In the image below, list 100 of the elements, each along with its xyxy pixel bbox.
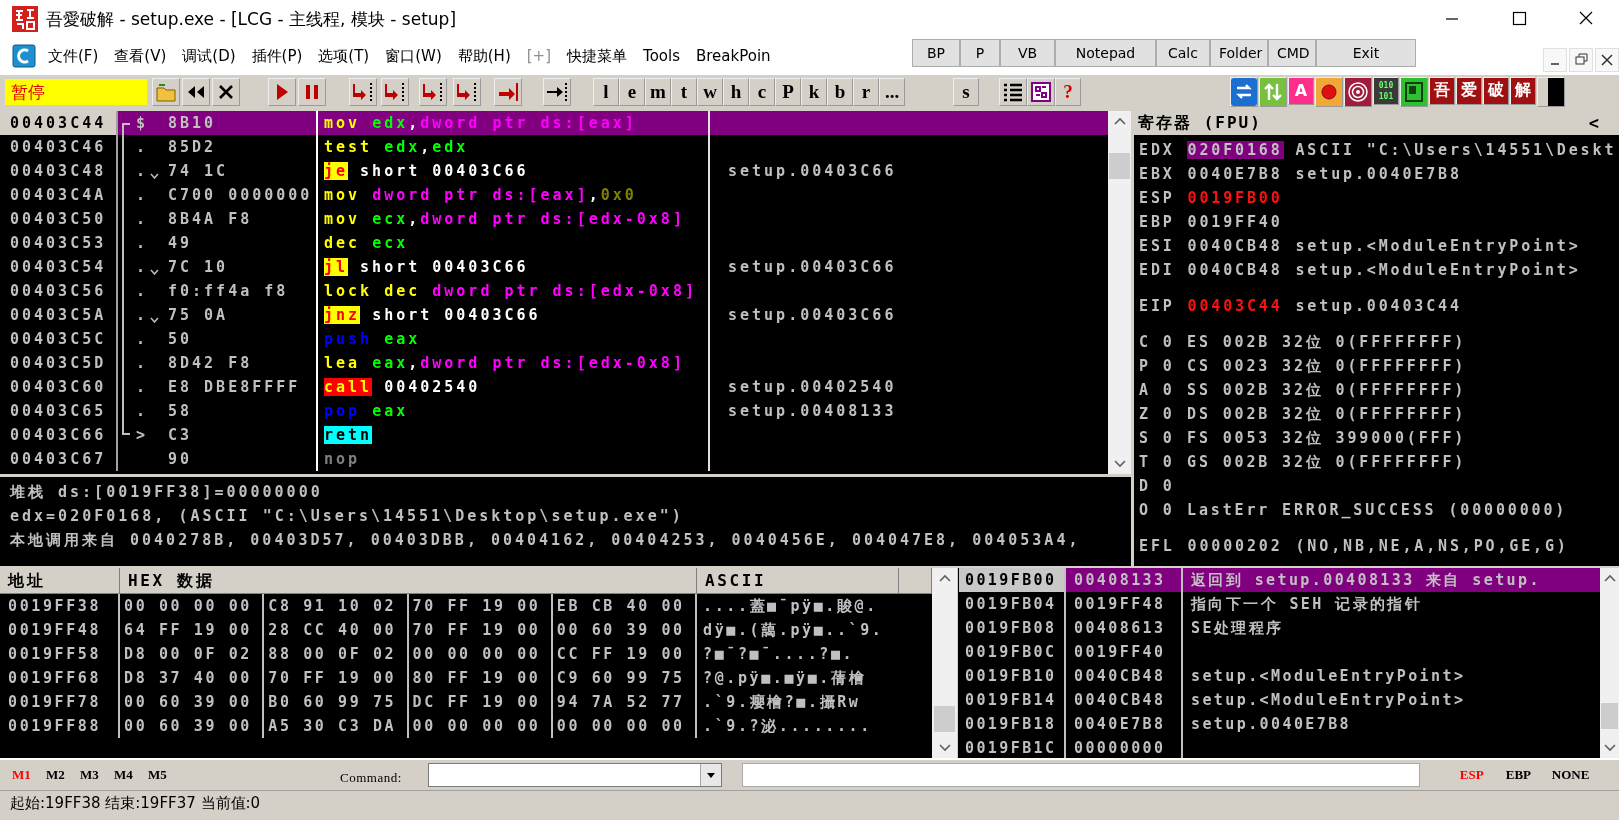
menu-item[interactable]: 插件(P) (243, 46, 311, 66)
arrow-bar-icon[interactable] (349, 77, 377, 106)
toolbar-letter-button[interactable]: b (827, 77, 853, 106)
scroll-up-icon[interactable] (1603, 574, 1616, 582)
menu-item[interactable]: 选项(T) (310, 46, 378, 66)
text-field[interactable] (741, 763, 1420, 787)
flag-value[interactable]: 0 (1162, 405, 1175, 423)
register-value[interactable]: 00000202 (1186, 537, 1284, 555)
toolbar-letter-button[interactable]: r (853, 77, 879, 106)
refresh-icon[interactable] (1230, 76, 1258, 107)
flag-value[interactable]: 0 (1162, 429, 1175, 447)
memory-tab[interactable]: M3 (80, 767, 114, 783)
scroll-down-icon[interactable] (938, 744, 951, 752)
command-field[interactable] (427, 763, 722, 787)
quick-button[interactable]: VB (1000, 39, 1055, 67)
register-value[interactable]: 00403C44 (1186, 297, 1284, 315)
target-icon[interactable] (1344, 76, 1372, 107)
flag-value[interactable]: 0 (1162, 333, 1175, 351)
quick-button[interactable]: P (960, 39, 1000, 67)
toolbar-letter-button[interactable]: h (723, 77, 749, 106)
help-button[interactable]: ? (1055, 77, 1081, 106)
toolbar-letter-button[interactable]: c (749, 77, 775, 106)
register-value[interactable]: 0019FB00 (1186, 189, 1284, 207)
menu-item[interactable]: 窗口(W) (377, 46, 450, 66)
toolbar-letter-button[interactable]: l (593, 77, 619, 106)
memory-tab[interactable]: M2 (46, 767, 80, 783)
scrollbar[interactable] (932, 568, 957, 758)
grid-icon[interactable] (1027, 77, 1055, 106)
register-value[interactable]: 0040E7B8 (1186, 165, 1284, 183)
flag-value[interactable]: 0 (1162, 381, 1175, 399)
close-button[interactable] (1595, 48, 1619, 72)
binary-button[interactable]: 010 101 (1373, 76, 1399, 105)
quick-button[interactable]: CMD (1268, 39, 1316, 67)
menu-item[interactable]: BreakPoin (687, 47, 779, 65)
arrow-bar-icon[interactable] (453, 77, 481, 106)
menu-item[interactable]: 文件(F) (40, 46, 107, 66)
column-header[interactable]: ASCII (697, 568, 899, 594)
plugin-button[interactable]: 解 (1510, 76, 1536, 105)
column-header[interactable]: 地址 (0, 568, 120, 594)
collapse-button[interactable]: < (1582, 113, 1605, 133)
toolbar-letter-button[interactable]: t (671, 77, 697, 106)
column-header[interactable]: HEX 数据 (120, 568, 697, 594)
flag-value[interactable]: 0 (1162, 453, 1175, 471)
window-icon[interactable] (1400, 76, 1428, 107)
flag-value[interactable]: 0 (1162, 477, 1175, 495)
arrow-bar-icon[interactable] (419, 77, 447, 106)
register-value[interactable]: 0040CB48 (1186, 261, 1284, 279)
quick-button[interactable]: Notepad (1055, 39, 1156, 67)
flag-value[interactable]: 0 (1162, 357, 1175, 375)
menu-item[interactable]: 调试(D) (174, 46, 244, 66)
menu-item[interactable]: 查看(V) (106, 46, 175, 66)
menu-item[interactable]: Tools (635, 47, 688, 65)
toolbar-letter-button[interactable]: w (697, 77, 723, 106)
scroll-thumb[interactable] (1109, 153, 1130, 180)
minimize-button[interactable] (1543, 48, 1567, 72)
scrollbar[interactable] (1600, 568, 1619, 758)
scroll-down-icon[interactable] (1113, 460, 1126, 468)
memory-tab[interactable]: M5 (148, 767, 182, 783)
toolbar-letter-button[interactable]: P (775, 77, 801, 106)
plugin-button[interactable]: 爱 (1456, 76, 1482, 105)
jump-marker: . (136, 234, 149, 252)
scroll-down-icon[interactable] (1603, 744, 1616, 752)
quick-button[interactable]: Exit (1316, 39, 1416, 67)
toolbar-letter-button[interactable]: e (619, 77, 645, 106)
register-value[interactable]: 0040CB48 (1186, 237, 1284, 255)
menu-item[interactable]: 帮助(H) (449, 46, 519, 66)
play-icon[interactable] (268, 77, 296, 106)
quick-button[interactable]: BP (912, 39, 960, 67)
scroll-thumb[interactable] (1601, 703, 1618, 730)
quick-button[interactable]: Calc (1156, 39, 1210, 67)
panel-icon[interactable] (1537, 76, 1565, 107)
register-value[interactable]: 0019FF40 (1186, 213, 1284, 231)
scroll-thumb[interactable] (934, 705, 955, 732)
register-value[interactable]: 020F0168 (1186, 141, 1284, 159)
flag-value[interactable]: 0 (1162, 501, 1175, 519)
toolbar-letter-button[interactable]: k (801, 77, 827, 106)
hex-cell: 88 00 0F 02 (264, 642, 409, 666)
toolbar-letter-button[interactable]: s (953, 77, 979, 106)
toolbar-letter-button[interactable]: ... (879, 77, 905, 106)
arrow-to-bar-icon[interactable] (543, 77, 571, 106)
toolbar-letter-button[interactable]: m (645, 77, 671, 106)
memory-tab[interactable]: M4 (114, 767, 148, 783)
scroll-up-icon[interactable] (938, 574, 951, 582)
close-icon[interactable] (212, 77, 240, 106)
list-icon[interactable] (999, 77, 1027, 106)
record-icon[interactable] (1315, 76, 1343, 107)
pause-icon[interactable] (298, 77, 326, 106)
arrow-bar-icon[interactable] (381, 77, 409, 106)
rewind-icon[interactable] (182, 77, 210, 106)
app-icon[interactable] (12, 44, 36, 68)
stack-mode-button[interactable]: EBP (1505, 767, 1552, 783)
open-folder-icon[interactable] (152, 77, 180, 106)
scrollbar[interactable] (1108, 111, 1131, 474)
menu-item[interactable]: 快捷菜单 (559, 46, 635, 66)
plugin-button[interactable]: 吾 (1429, 76, 1455, 105)
stack-mode-button[interactable]: NONE (1551, 767, 1598, 783)
quick-button[interactable]: Folder (1210, 39, 1268, 67)
up-down-arrows-icon[interactable] (1259, 76, 1287, 107)
scroll-up-icon[interactable] (1113, 117, 1126, 125)
plugin-button[interactable]: 破 (1483, 76, 1509, 105)
